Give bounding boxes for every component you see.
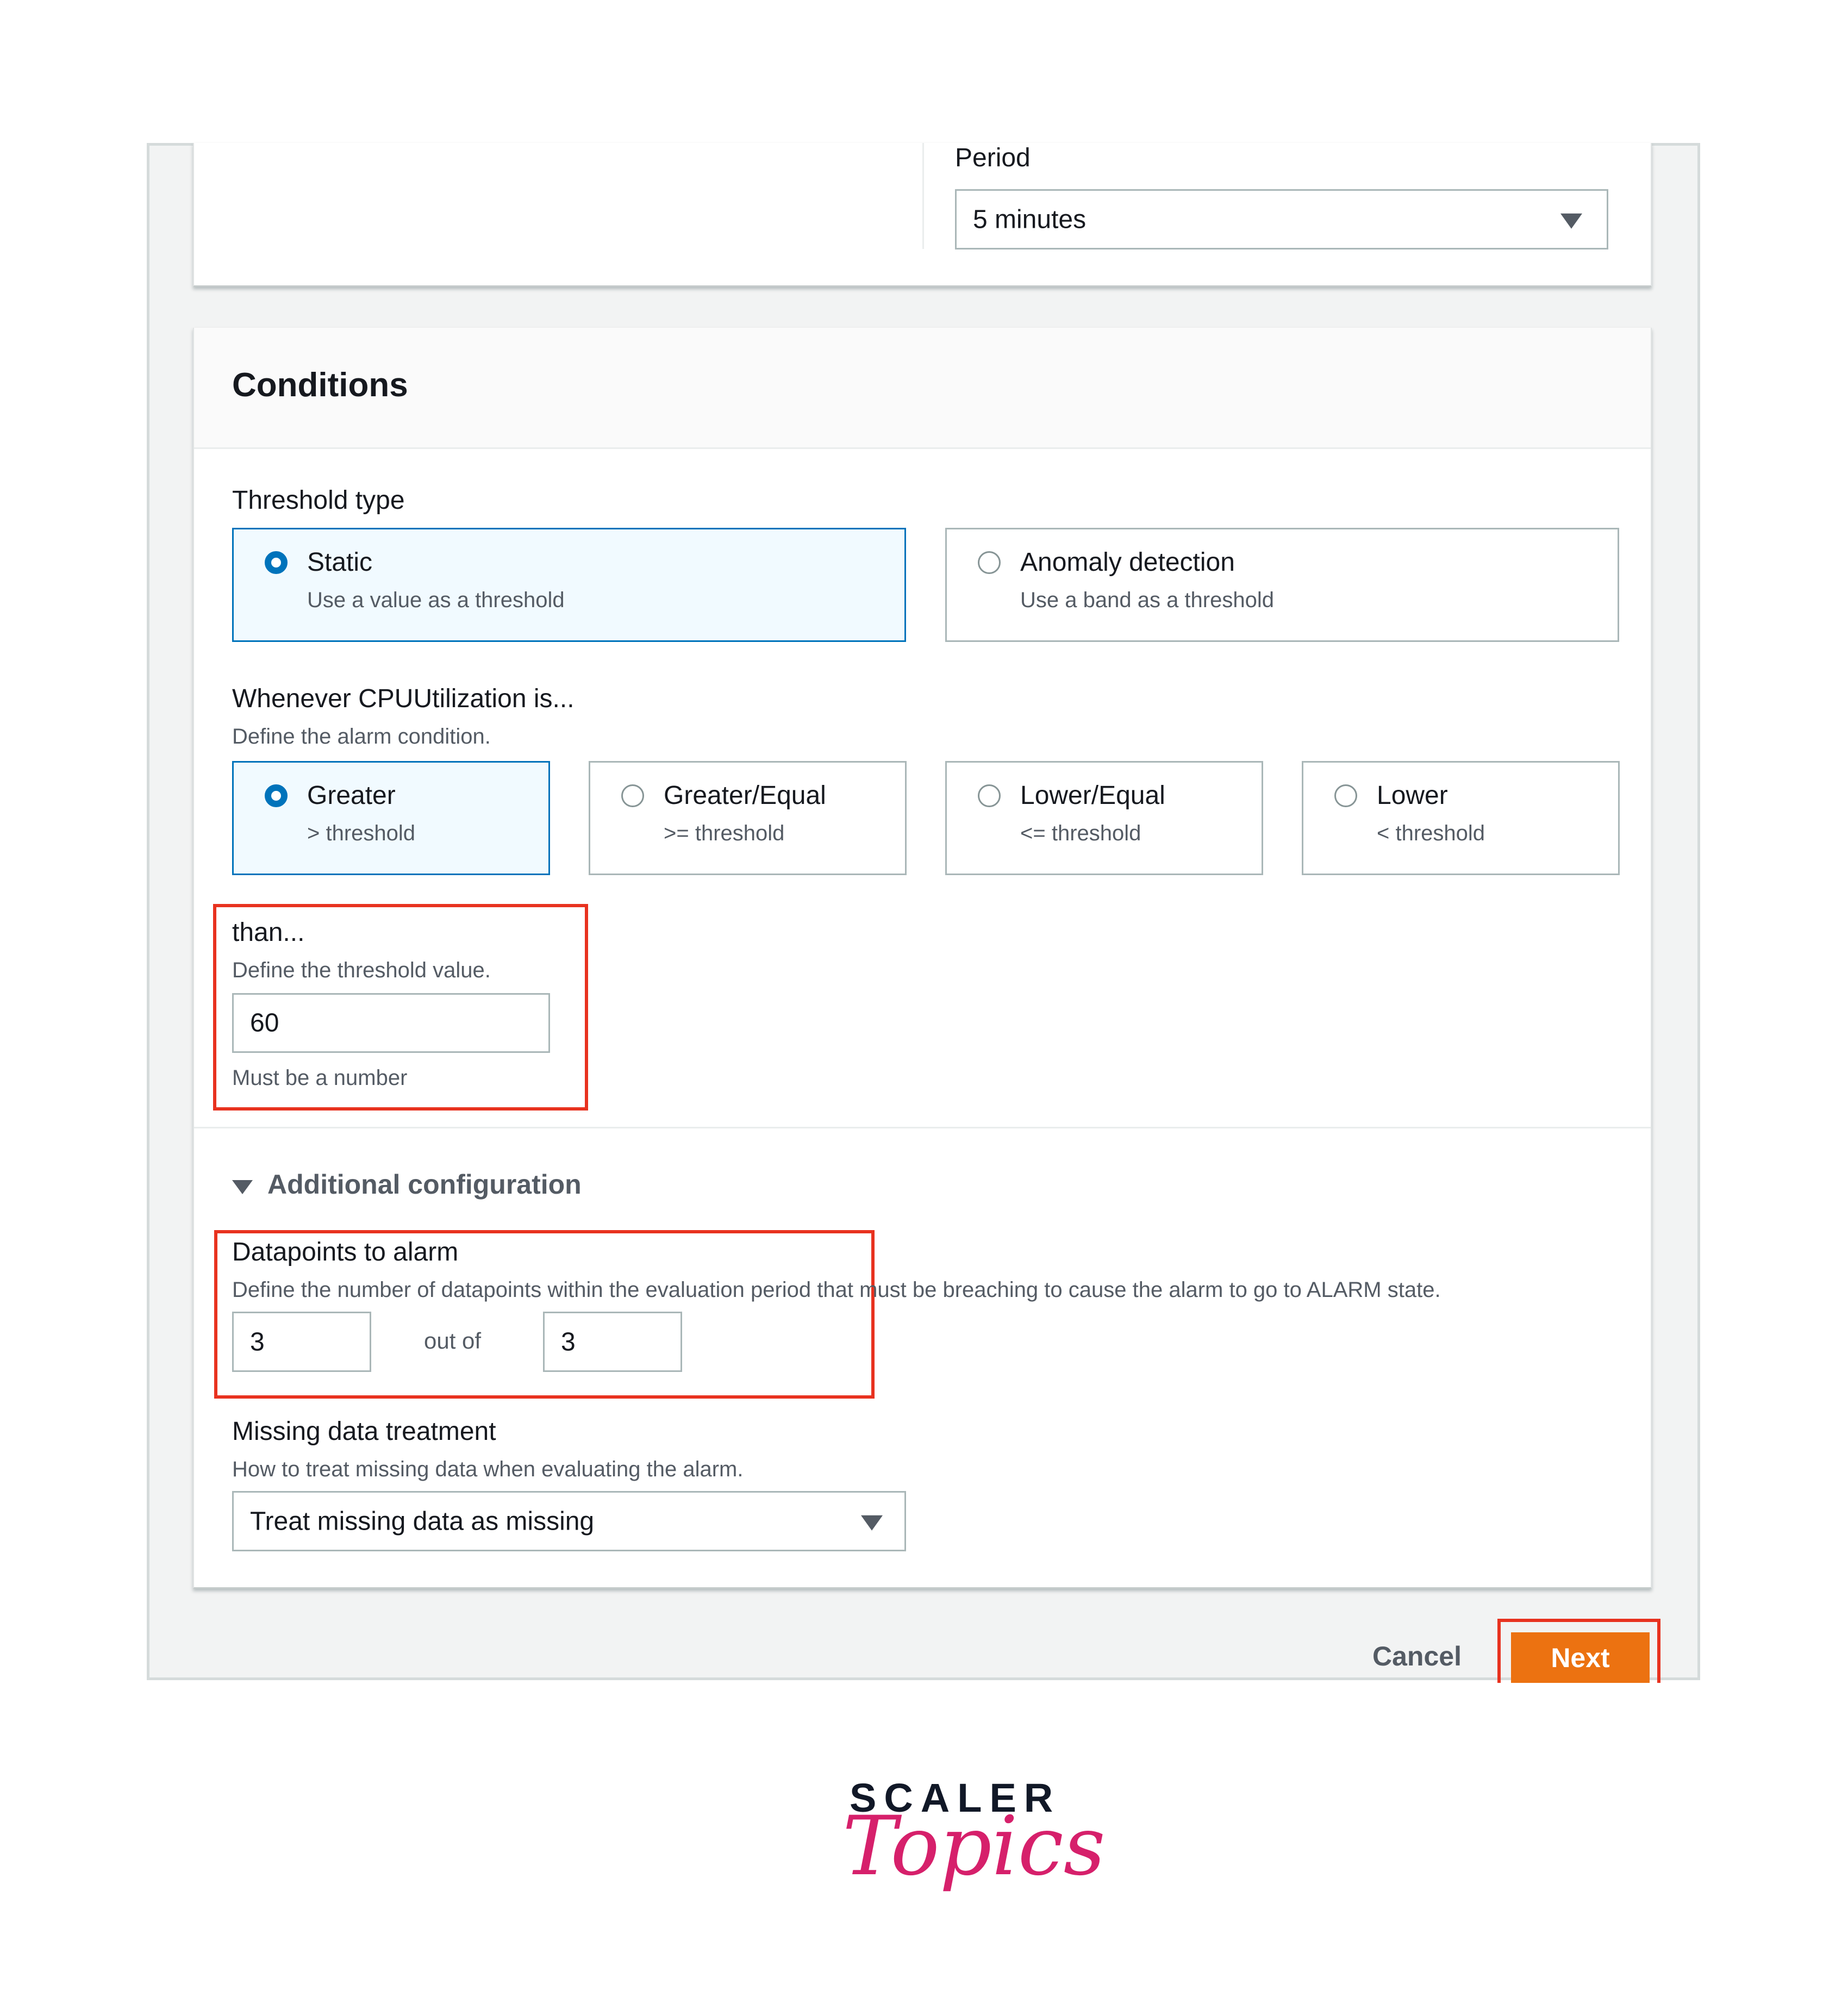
condition-greater-title: Greater (307, 781, 396, 810)
threshold-value: 60 (250, 1008, 279, 1038)
threshold-type-label: Threshold type (232, 486, 405, 515)
condition-greater[interactable]: Greater > threshold (232, 761, 550, 875)
datapoints-label: Datapoints to alarm (232, 1238, 459, 1267)
threshold-type-static-subtitle: Use a value as a threshold (307, 588, 565, 612)
threshold-type-static[interactable]: Static Use a value as a threshold (232, 528, 906, 642)
out-of-label: out of (424, 1328, 482, 1353)
next-button[interactable]: Next (1511, 1632, 1650, 1683)
condition-lower-title: Lower (1377, 781, 1448, 810)
missing-data-select[interactable]: Treat missing data as missing (232, 1491, 906, 1551)
missing-data-description: How to treat missing data when evaluatin… (232, 1457, 744, 1481)
radio-unselected-icon[interactable] (978, 551, 1001, 574)
condition-greater-equal-subtitle: >= threshold (664, 821, 785, 845)
than-hint: Must be a number (232, 1066, 408, 1090)
radio-unselected-icon[interactable] (621, 784, 644, 807)
condition-lower-equal[interactable]: Lower/Equal <= threshold (945, 761, 1263, 875)
section-divider (194, 1127, 1651, 1128)
period-select[interactable]: 5 minutes (955, 189, 1608, 249)
conditions-card: Conditions Threshold type Static Use a v… (193, 328, 1652, 1589)
missing-data-label: Missing data treatment (232, 1417, 496, 1446)
wizard-frame: Period 5 minutes Conditions Threshold ty… (147, 143, 1700, 1683)
condition-greater-equal-title: Greater/Equal (664, 781, 826, 810)
than-description: Define the threshold value. (232, 958, 491, 982)
period-select-value: 5 minutes (973, 205, 1087, 234)
datapoints-to-alarm-input[interactable]: 3 (232, 1312, 371, 1372)
datapoints-description: Define the number of datapoints within t… (232, 1278, 1441, 1302)
column-divider (922, 143, 924, 249)
threshold-type-static-title: Static (307, 548, 373, 577)
evaluation-periods-input[interactable]: 3 (543, 1312, 682, 1372)
caret-down-icon (1560, 213, 1582, 229)
logo-script: Topics (842, 1799, 1106, 1894)
radio-unselected-icon[interactable] (1334, 784, 1357, 807)
than-label: than... (232, 918, 305, 947)
condition-greater-equal[interactable]: Greater/Equal >= threshold (589, 761, 907, 875)
condition-lower[interactable]: Lower < threshold (1302, 761, 1620, 875)
threshold-type-anomaly[interactable]: Anomaly detection Use a band as a thresh… (945, 528, 1619, 642)
condition-lower-equal-title: Lower/Equal (1020, 781, 1165, 810)
threshold-type-anomaly-title: Anomaly detection (1020, 548, 1235, 577)
threshold-value-input[interactable]: 60 (232, 993, 550, 1053)
condition-lower-equal-subtitle: <= threshold (1020, 821, 1141, 845)
evaluation-periods-value: 3 (561, 1327, 576, 1356)
radio-unselected-icon[interactable] (978, 784, 1001, 807)
additional-configuration-toggle[interactable]: Additional configuration (267, 1169, 582, 1200)
condition-greater-subtitle: > threshold (307, 821, 416, 845)
radio-selected-icon[interactable] (265, 784, 288, 807)
condition-lower-subtitle: < threshold (1377, 821, 1485, 845)
cancel-button[interactable]: Cancel (1372, 1640, 1462, 1672)
conditions-header: Conditions (194, 328, 1651, 449)
metric-card: Period 5 minutes (193, 143, 1652, 287)
datapoints-to-alarm-value: 3 (250, 1327, 265, 1356)
whenever-description: Define the alarm condition. (232, 725, 491, 748)
whenever-label: Whenever CPUUtilization is... (232, 684, 575, 713)
conditions-title: Conditions (232, 366, 408, 404)
caret-down-icon[interactable] (232, 1180, 253, 1194)
radio-selected-icon[interactable] (265, 551, 288, 574)
threshold-type-anomaly-subtitle: Use a band as a threshold (1020, 588, 1274, 612)
missing-data-select-value: Treat missing data as missing (250, 1507, 595, 1536)
caret-down-icon (861, 1515, 883, 1531)
period-label: Period (955, 144, 1031, 172)
